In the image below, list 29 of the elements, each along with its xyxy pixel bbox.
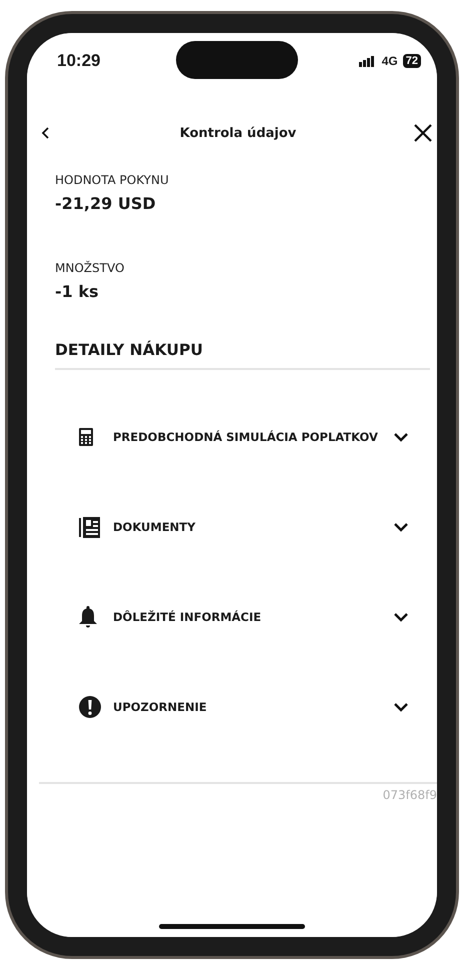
field-label: MNOŽSTVO	[55, 261, 126, 275]
back-chevron-icon	[41, 127, 51, 139]
accordion-header[interactable]: UPOZORNENIE	[55, 696, 430, 718]
bell-icon	[79, 606, 97, 628]
accordion-label: PREDOBCHODNÁ SIMULÁCIA POPLATKOV	[113, 430, 379, 444]
reference-code: 073f68f9	[382, 788, 437, 802]
accordion-label: DÔLEŽITÉ INFORMÁCIE	[113, 610, 262, 624]
chevron-icon	[394, 522, 408, 532]
status-time: 10:29	[57, 51, 100, 71]
newspaper-icon	[79, 516, 101, 538]
calculator-icon	[79, 428, 93, 446]
field-label: HODNOTA POKYNU	[55, 173, 170, 187]
chevron-icon	[394, 432, 408, 442]
section-heading: DETAILY NÁKUPU	[55, 341, 430, 370]
close-icon	[413, 123, 433, 143]
exclamation-icon	[79, 696, 101, 718]
accordion-label: DOKUMENTY	[113, 520, 196, 534]
accordion-header[interactable]: DÔLEŽITÉ INFORMÁCIE	[55, 606, 430, 628]
accordion-label: UPOZORNENIE	[113, 700, 208, 714]
field-value: -21,29 USD	[55, 194, 157, 213]
chevron-icon	[394, 702, 408, 712]
battery-indicator: 72	[402, 54, 421, 68]
accordion-header[interactable]: DOKUMENTY	[55, 516, 430, 538]
screen-title: Kontrola údajov	[178, 126, 298, 140]
signal-icon	[358, 56, 377, 66]
field-value: -1 ks	[55, 282, 100, 301]
network-label: 4G	[382, 54, 398, 68]
chevron-icon	[394, 612, 408, 622]
accordion-header[interactable]: PREDOBCHODNÁ SIMULÁCIA POPLATKOV	[55, 426, 430, 448]
